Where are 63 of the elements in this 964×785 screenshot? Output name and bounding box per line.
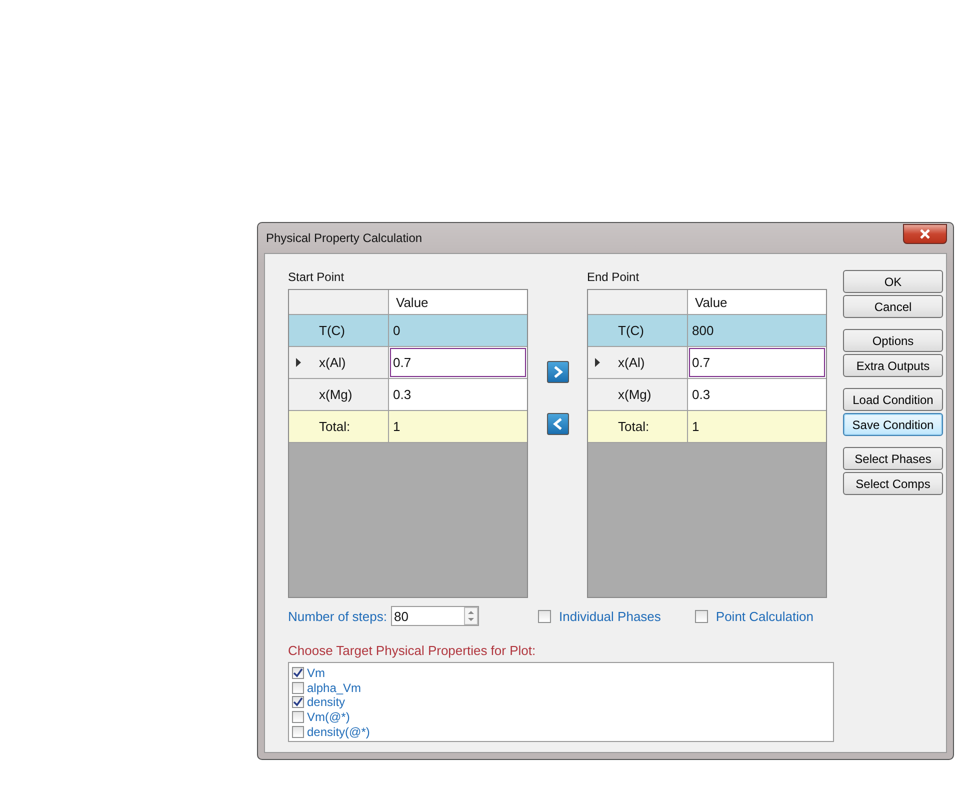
copy-left-button[interactable]	[546, 413, 568, 435]
grid-row[interactable]: Total: 1	[588, 411, 826, 443]
checkbox[interactable]	[538, 610, 551, 622]
column-header: Value	[695, 294, 728, 310]
window-title: Physical Property Calculation	[265, 231, 422, 245]
value-cell[interactable]: 800	[688, 315, 826, 346]
spinner-arrows-icon	[464, 607, 478, 625]
grid-row[interactable]: Total: 1	[289, 411, 527, 443]
grid-row[interactable]: T(C) 0	[289, 315, 527, 347]
checkbox-label: Point Calculation	[716, 608, 814, 624]
row-label: Total:	[319, 419, 350, 434]
property-label: density(@*)	[307, 724, 370, 739]
checkbox[interactable]	[292, 667, 304, 680]
row-label: x(Al)	[618, 355, 645, 370]
value-cell[interactable]: 0.7	[389, 347, 527, 378]
value-cell[interactable]: 1	[688, 411, 826, 442]
value-cell[interactable]: 0.7	[688, 347, 826, 378]
chevron-right-icon	[552, 366, 562, 378]
steps-spinner[interactable]: 80	[391, 606, 479, 626]
grid-row[interactable]: x(Mg) 0.3	[588, 379, 826, 411]
dialog-button[interactable]: Save Condition	[843, 413, 943, 436]
checkbox[interactable]	[694, 610, 708, 622]
checkbox[interactable]	[292, 726, 304, 738]
chevron-left-icon	[552, 418, 562, 430]
checkbox-label: Individual Phases	[559, 608, 661, 624]
grid-row[interactable]: x(Mg) 0.3	[289, 379, 527, 411]
property-label: alpha_Vm	[307, 680, 362, 695]
checkbox[interactable]	[292, 682, 304, 694]
properties-title: Choose Target Physical Properties for Plot:	[288, 643, 537, 658]
row-label: x(Mg)	[319, 387, 352, 402]
value-cell[interactable]: 0	[389, 315, 527, 346]
checkbox[interactable]	[292, 696, 304, 708]
dialog-button[interactable]: Select Comps	[843, 472, 943, 495]
dialog-button[interactable]: OK	[843, 270, 943, 293]
checkbox[interactable]	[292, 711, 304, 724]
row-label: T(C)	[319, 323, 345, 338]
close-icon	[919, 229, 931, 239]
row-label: Total:	[618, 419, 650, 434]
row-label: x(Al)	[319, 355, 346, 370]
dialog-button[interactable]: Options	[843, 329, 943, 352]
grid-row[interactable]: T(C) 800	[588, 315, 826, 347]
steps-label: Number of steps:	[288, 608, 387, 624]
row-label: x(Mg)	[618, 387, 652, 402]
row-pointer-icon	[296, 358, 301, 367]
grid-title: Start Point	[288, 270, 346, 284]
grid-row[interactable]: x(Al) 0.7	[289, 347, 527, 379]
row-pointer-icon	[595, 358, 600, 367]
value-cell[interactable]: 1	[389, 411, 527, 442]
dialog-button[interactable]: Extra Outputs	[843, 354, 943, 377]
grid-title: End Point	[587, 270, 640, 284]
dialog-button[interactable]: Load Condition	[843, 388, 943, 411]
grid-row[interactable]: x(Al) 0.7	[588, 347, 826, 379]
dialog-button[interactable]: Select Phases	[843, 447, 943, 470]
dialog-button[interactable]: Cancel	[843, 295, 943, 318]
close-button[interactable]	[903, 224, 947, 244]
value-cell[interactable]: 0.3	[688, 379, 826, 410]
property-label: Vm(@*)	[307, 710, 350, 724]
row-label: T(C)	[618, 323, 644, 338]
property-label: Vm	[307, 666, 325, 680]
property-label: density	[307, 695, 346, 710]
copy-right-button[interactable]	[546, 361, 568, 383]
column-header: Value	[396, 294, 428, 310]
value-cell[interactable]: 0.3	[389, 379, 527, 410]
